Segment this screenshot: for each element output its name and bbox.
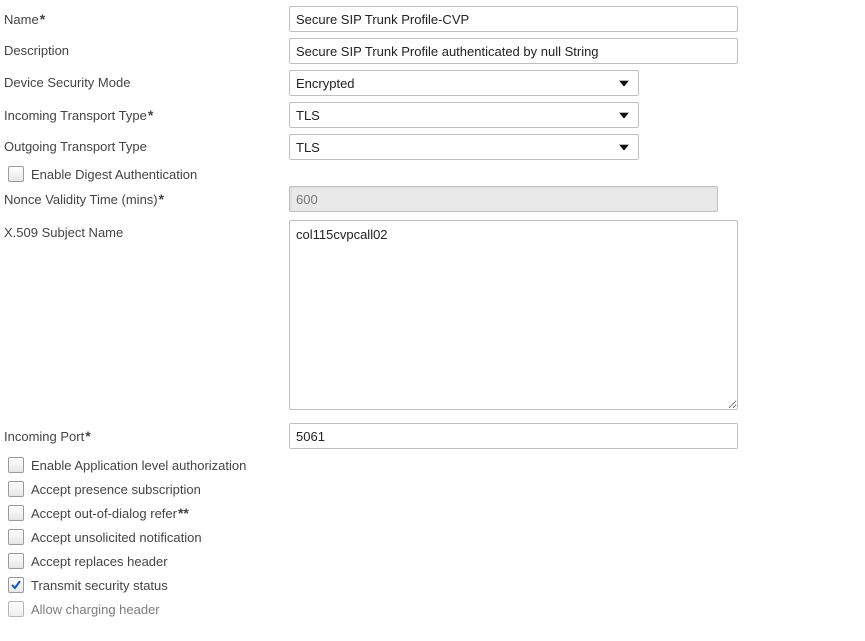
field-outgoing-transport-type: TLS	[289, 134, 639, 160]
field-incoming-port	[289, 423, 738, 449]
row-name: Name*	[4, 6, 865, 32]
field-x509-subject-name	[289, 220, 738, 413]
enable-digest-auth-checkbox[interactable]	[8, 166, 24, 182]
label-incoming-port-text: Incoming Port	[4, 429, 84, 444]
accept-presence-sub-label: Accept presence subscription	[31, 482, 201, 497]
row-x509-subject-name: X.509 Subject Name	[4, 220, 865, 413]
label-x509-subject-name-text: X.509 Subject Name	[4, 225, 123, 240]
sip-trunk-security-profile-form: Name* Description Device Security Mode E…	[0, 0, 865, 641]
row-incoming-port: Incoming Port*	[4, 423, 865, 449]
label-outgoing-transport-type-text: Outgoing Transport Type	[4, 139, 147, 154]
description-input[interactable]	[289, 38, 738, 64]
field-name	[289, 6, 738, 32]
accept-ood-refer-checkbox[interactable]	[8, 505, 24, 521]
allow-charging-header-label: Allow charging header	[31, 602, 160, 617]
accept-replaces-header-label: Accept replaces header	[31, 554, 168, 569]
row-outgoing-transport-type: Outgoing Transport Type TLS	[4, 134, 865, 160]
label-description: Description	[4, 38, 289, 58]
row-allow-charging-header: Allow charging header	[8, 601, 865, 617]
row-accept-presence-sub: Accept presence subscription	[8, 481, 865, 497]
row-accept-ood-refer: Accept out-of-dialog refer**	[8, 505, 865, 521]
accept-unsolicited-notif-label: Accept unsolicited notification	[31, 530, 202, 545]
row-accept-unsolicited-notif: Accept unsolicited notification	[8, 529, 865, 545]
label-nonce-validity-text: Nonce Validity Time (mins)	[4, 192, 158, 207]
row-incoming-transport-type: Incoming Transport Type* TLS	[4, 102, 865, 128]
row-enable-app-level-auth: Enable Application level authorization	[8, 457, 865, 473]
row-enable-digest-auth: Enable Digest Authentication	[8, 166, 865, 182]
field-nonce-validity	[289, 186, 718, 212]
outgoing-transport-type-select-wrap: TLS	[289, 134, 639, 160]
enable-app-level-auth-checkbox[interactable]	[8, 457, 24, 473]
transmit-security-status-checkbox[interactable]	[8, 577, 24, 593]
label-device-security-mode-text: Device Security Mode	[4, 75, 130, 90]
nonce-validity-input	[289, 186, 718, 212]
label-device-security-mode: Device Security Mode	[4, 70, 289, 90]
incoming-port-input[interactable]	[289, 423, 738, 449]
required-marker: *	[159, 191, 164, 207]
outgoing-transport-type-select[interactable]: TLS	[289, 134, 639, 160]
accept-ood-refer-label: Accept out-of-dialog refer**	[31, 505, 189, 521]
label-name: Name*	[4, 6, 289, 27]
incoming-transport-type-select[interactable]: TLS	[289, 102, 639, 128]
accept-ood-refer-label-text: Accept out-of-dialog refer	[31, 506, 177, 521]
field-description	[289, 38, 738, 64]
accept-unsolicited-notif-checkbox[interactable]	[8, 529, 24, 545]
label-name-text: Name	[4, 12, 39, 27]
allow-charging-header-checkbox[interactable]	[8, 601, 24, 617]
label-incoming-transport-type: Incoming Transport Type*	[4, 102, 289, 123]
incoming-transport-type-select-wrap: TLS	[289, 102, 639, 128]
required-marker: *	[148, 107, 153, 123]
label-incoming-transport-type-text: Incoming Transport Type	[4, 108, 147, 123]
device-security-mode-select-wrap: Encrypted	[289, 70, 639, 96]
accept-replaces-header-checkbox[interactable]	[8, 553, 24, 569]
enable-app-level-auth-label: Enable Application level authorization	[31, 458, 246, 473]
label-outgoing-transport-type: Outgoing Transport Type	[4, 134, 289, 154]
device-security-mode-select[interactable]: Encrypted	[289, 70, 639, 96]
name-input[interactable]	[289, 6, 738, 32]
row-nonce-validity: Nonce Validity Time (mins)*	[4, 186, 865, 212]
label-x509-subject-name: X.509 Subject Name	[4, 220, 289, 240]
double-star-marker: **	[178, 505, 189, 521]
label-description-text: Description	[4, 43, 69, 58]
row-accept-replaces-header: Accept replaces header	[8, 553, 865, 569]
x509-subject-name-textarea[interactable]	[289, 220, 738, 410]
row-description: Description	[4, 38, 865, 64]
row-device-security-mode: Device Security Mode Encrypted	[4, 70, 865, 96]
required-marker: *	[85, 428, 90, 444]
label-nonce-validity: Nonce Validity Time (mins)*	[4, 186, 289, 207]
field-device-security-mode: Encrypted	[289, 70, 639, 96]
required-marker: *	[40, 11, 45, 27]
row-transmit-security-status: Transmit security status	[8, 577, 865, 593]
accept-presence-sub-checkbox[interactable]	[8, 481, 24, 497]
transmit-security-status-label: Transmit security status	[31, 578, 168, 593]
label-incoming-port: Incoming Port*	[4, 423, 289, 444]
enable-digest-auth-label: Enable Digest Authentication	[31, 167, 197, 182]
field-incoming-transport-type: TLS	[289, 102, 639, 128]
